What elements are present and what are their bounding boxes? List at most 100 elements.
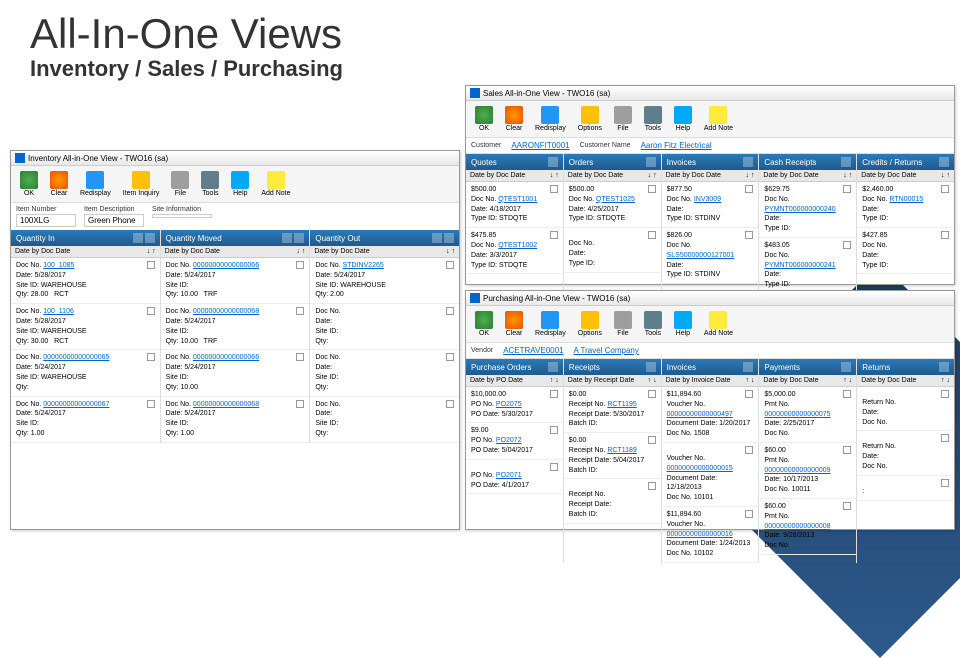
sort-label[interactable]: Date by Invoice Date: [666, 377, 731, 384]
checkbox[interactable]: [648, 482, 656, 490]
purch-card[interactable]: $0.00 Receipt No. RCT1189 Receipt Date: …: [564, 433, 661, 479]
checkbox[interactable]: [296, 353, 304, 361]
column-header[interactable]: Orders: [564, 154, 661, 170]
checkbox[interactable]: [550, 185, 558, 193]
checkbox[interactable]: [550, 426, 558, 434]
column-header[interactable]: Receipts: [564, 359, 661, 375]
doc-link[interactable]: 00000000000000497: [667, 411, 733, 418]
purch-card[interactable]: $10,000.00 PO No. PO2075 PO Date: 5/30/2…: [466, 387, 563, 423]
doc-link[interactable]: PO2072: [496, 437, 522, 444]
ok-button[interactable]: OK: [15, 169, 43, 199]
sort-label[interactable]: Date by Receipt Date: [568, 377, 635, 384]
inventory-card[interactable]: Doc No. STDINV2265 Date: 5/24/2017 Site …: [310, 258, 459, 304]
checkbox[interactable]: [550, 231, 558, 239]
sort-icon[interactable]: [444, 233, 454, 243]
purch-card[interactable]: Return No. Date: Doc No.: [857, 387, 954, 431]
checkbox[interactable]: [446, 353, 454, 361]
doc-link[interactable]: PO2071: [496, 472, 522, 479]
checkbox[interactable]: [745, 390, 753, 398]
column-header[interactable]: Returns: [857, 359, 954, 375]
tools-button[interactable]: Tools: [639, 309, 667, 339]
doc-link[interactable]: 00000000000000068: [193, 401, 259, 408]
purch-card[interactable]: :: [857, 476, 954, 501]
add-note-button[interactable]: Add Note: [256, 169, 295, 199]
inventory-card[interactable]: Doc No. 00000000000000068 Date: 5/24/201…: [161, 304, 310, 350]
doc-link[interactable]: INV3009: [694, 196, 721, 203]
redisplay-button[interactable]: Redisplay: [75, 169, 116, 199]
sales-card[interactable]: $877.50 Doc No. INV3009 Date: Type ID: S…: [662, 182, 759, 228]
doc-link[interactable]: RTN00015: [889, 196, 923, 203]
help-button[interactable]: Help: [669, 309, 697, 339]
checkbox[interactable]: [941, 434, 949, 442]
sales-card[interactable]: Doc No. Date: Type ID:: [564, 228, 661, 272]
inventory-card[interactable]: Doc No. Date: Site ID: Qty:: [310, 350, 459, 396]
doc-link[interactable]: 00000000000000008: [764, 523, 830, 530]
item-desc-input[interactable]: Green Phone: [84, 214, 144, 227]
checkbox[interactable]: [147, 261, 155, 269]
filter-icon[interactable]: [432, 233, 442, 243]
checkbox[interactable]: [147, 400, 155, 408]
checkbox[interactable]: [648, 390, 656, 398]
checkbox[interactable]: [843, 446, 851, 454]
sort-icon[interactable]: [294, 233, 304, 243]
file-button[interactable]: File: [609, 104, 637, 134]
checkbox[interactable]: [446, 307, 454, 315]
checkbox[interactable]: [941, 185, 949, 193]
site-input[interactable]: [152, 214, 212, 218]
doc-link[interactable]: 100_1085: [43, 262, 74, 269]
doc-link[interactable]: 00000000000000066: [193, 262, 259, 269]
column-header[interactable]: Cash Receipts: [759, 154, 856, 170]
customer-name-link[interactable]: Aaron Fitz Electrical: [641, 141, 712, 150]
filter-icon[interactable]: [133, 233, 143, 243]
purch-card[interactable]: Return No. Date: Doc No.: [857, 431, 954, 475]
checkbox[interactable]: [648, 185, 656, 193]
checkbox[interactable]: [147, 353, 155, 361]
checkbox[interactable]: [941, 479, 949, 487]
sales-card[interactable]: $500.00 Doc No. QTEST1025 Date: 4/25/201…: [564, 182, 661, 228]
inventory-card[interactable]: Doc No. 100_1106 Date: 5/28/2017 Site ID…: [11, 304, 160, 350]
purch-card[interactable]: $11,894.60 Voucher No. 00000000000000016…: [662, 507, 759, 563]
doc-link[interactable]: 100_1106: [43, 308, 74, 315]
filter-icon[interactable]: [646, 362, 656, 372]
checkbox[interactable]: [843, 502, 851, 510]
sort-icon[interactable]: [145, 233, 155, 243]
checkbox[interactable]: [745, 510, 753, 518]
column-header[interactable]: Invoices: [662, 359, 759, 375]
inventory-card[interactable]: Doc No. 00000000000000066 Date: 5/24/201…: [161, 258, 310, 304]
sort-label[interactable]: Date by Doc Date: [666, 172, 721, 179]
redisplay-button[interactable]: Redisplay: [530, 104, 571, 134]
filter-icon[interactable]: [548, 157, 558, 167]
clear-button[interactable]: Clear: [500, 104, 528, 134]
sort-label[interactable]: Date by Doc Date: [314, 248, 369, 255]
doc-link[interactable]: 00000000000000015: [667, 465, 733, 472]
checkbox[interactable]: [550, 390, 558, 398]
tools-button[interactable]: Tools: [196, 169, 224, 199]
doc-link[interactable]: PYMNT000000000240: [764, 206, 835, 213]
clear-button[interactable]: Clear: [45, 169, 73, 199]
purch-card[interactable]: $9.00 PO No. PO2072 PO Date: 5/04/2017: [466, 423, 563, 459]
sales-card[interactable]: $629.75 Doc No. PYMNT000000000240 Date: …: [759, 182, 856, 238]
doc-link[interactable]: PO2075: [496, 401, 522, 408]
column-header[interactable]: Quantity Moved: [161, 230, 310, 246]
column-header[interactable]: Quantity In: [11, 230, 160, 246]
inventory-card[interactable]: Doc No. 00000000000000066 Date: 5/24/201…: [161, 350, 310, 396]
checkbox[interactable]: [843, 241, 851, 249]
window-title-bar[interactable]: Sales All-in-One View - TWO16 (sa): [466, 86, 954, 101]
sales-card[interactable]: $826.00 Doc No. SLS50000000127001 Date: …: [662, 228, 759, 284]
clear-button[interactable]: Clear: [500, 309, 528, 339]
purch-card[interactable]: Receipt No. Receipt Date: Batch ID:: [564, 479, 661, 523]
sort-label[interactable]: Date by Doc Date: [568, 172, 623, 179]
doc-link[interactable]: 00000000000000065: [43, 354, 109, 361]
purch-card[interactable]: Voucher No. 00000000000000015 Document D…: [662, 443, 759, 507]
inventory-card[interactable]: Doc No. Date: Site ID: Qty:: [310, 397, 459, 443]
column-header[interactable]: Purchase Orders: [466, 359, 563, 375]
filter-icon[interactable]: [282, 233, 292, 243]
doc-link[interactable]: STDINV2265: [343, 262, 384, 269]
sort-label[interactable]: Date by Doc Date: [165, 248, 220, 255]
doc-link[interactable]: 00000000000000075: [764, 411, 830, 418]
doc-link[interactable]: 00000000000000066: [193, 354, 259, 361]
doc-link[interactable]: 00000000000000016: [667, 531, 733, 538]
window-title-bar[interactable]: Purchasing All-in-One View - TWO16 (sa): [466, 291, 954, 306]
options-button[interactable]: Options: [573, 309, 607, 339]
sales-card[interactable]: $500.00 Doc No. QTEST1001 Date: 4/18/201…: [466, 182, 563, 228]
